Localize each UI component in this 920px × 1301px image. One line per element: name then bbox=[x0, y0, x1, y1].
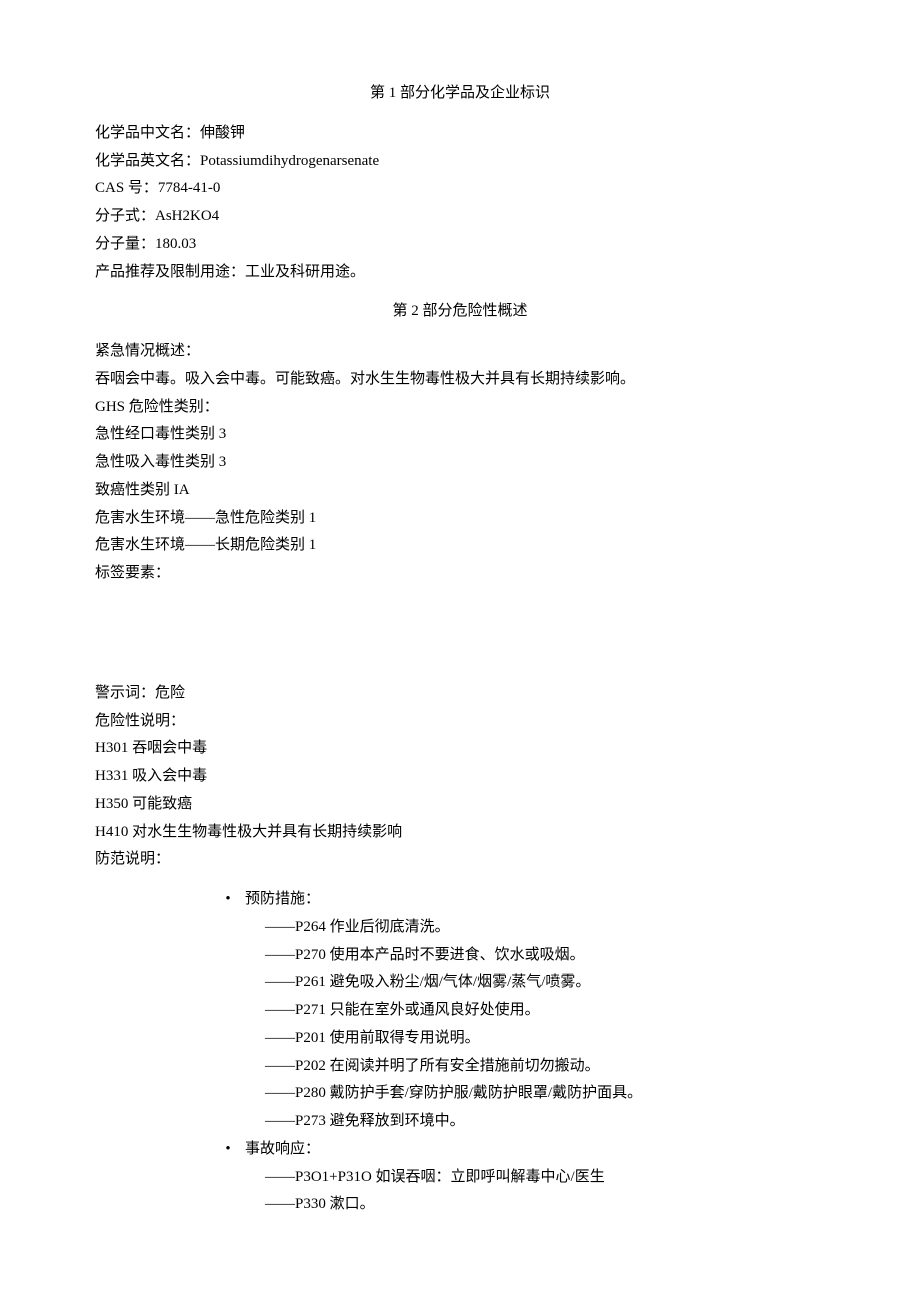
cas-number: CAS 号：7784-41-0 bbox=[95, 175, 825, 203]
hazard-h350: H350 可能致癌 bbox=[95, 791, 825, 819]
hazard-h410: H410 对水生生物毒性极大并具有长期持续影响 bbox=[95, 819, 825, 847]
section-2-title: 第 2 部分危险性概述 bbox=[95, 298, 825, 326]
signal-word: 警示词：危险 bbox=[95, 680, 825, 708]
hazard-h331: H331 吸入会中毒 bbox=[95, 763, 825, 791]
section-1-title: 第 1 部分化学品及企业标识 bbox=[95, 80, 825, 108]
precaution-header: 预防措施： bbox=[245, 886, 320, 914]
ghs-aquatic-acute: 危害水生环境——急性危险类别 1 bbox=[95, 505, 825, 533]
bullet-icon: • bbox=[225, 1136, 231, 1164]
section-1-fields: 化学品中文名：伸酸钾 化学品英文名：Potassiumdihydrogenars… bbox=[95, 120, 825, 287]
ghs-inhalation-toxicity: 急性吸入毒性类别 3 bbox=[95, 449, 825, 477]
chemical-name-en: 化学品英文名：Potassiumdihydrogenarsenate bbox=[95, 148, 825, 176]
ghs-aquatic-chronic: 危害水生环境——长期危险类别 1 bbox=[95, 532, 825, 560]
bullet-icon: • bbox=[225, 886, 231, 914]
precaution-item: ——P270 使用本产品时不要进食、饮水或吸烟。 bbox=[95, 942, 825, 970]
precaution-item: ——P271 只能在室外或通风良好处使用。 bbox=[95, 997, 825, 1025]
precaution-item: ——P201 使用前取得专用说明。 bbox=[95, 1025, 825, 1053]
precaution-header-row: • 预防措施： bbox=[95, 886, 825, 914]
pictogram-placeholder bbox=[95, 600, 825, 680]
response-item: ——P330 漱口。 bbox=[95, 1191, 825, 1219]
hazard-h301: H301 吞咽会中毒 bbox=[95, 735, 825, 763]
precautionary-label: 防范说明： bbox=[95, 846, 825, 874]
precaution-item: ——P273 避免释放到环境中。 bbox=[95, 1108, 825, 1136]
section-2-block-1: 紧急情况概述： 吞咽会中毒。吸入会中毒。可能致癌。对水生生物毒性极大并具有长期持… bbox=[95, 338, 825, 588]
response-header: 事故响应： bbox=[245, 1136, 320, 1164]
emergency-overview-text: 吞咽会中毒。吸入会中毒。可能致癌。对水生生物毒性极大并具有长期持续影响。 bbox=[95, 366, 825, 394]
hazard-statement-label: 危险性说明： bbox=[95, 708, 825, 736]
recommended-use: 产品推荐及限制用途：工业及科研用途。 bbox=[95, 259, 825, 287]
ghs-carcinogenicity: 致癌性类别 IA bbox=[95, 477, 825, 505]
response-header-row: • 事故响应： bbox=[95, 1136, 825, 1164]
emergency-overview-label: 紧急情况概述： bbox=[95, 338, 825, 366]
ghs-oral-toxicity: 急性经口毒性类别 3 bbox=[95, 421, 825, 449]
response-item: ——P3O1+P31O 如误吞咽：立即呼叫解毒中心/医生 bbox=[95, 1164, 825, 1192]
molecular-weight: 分子量：180.03 bbox=[95, 231, 825, 259]
molecular-formula: 分子式：AsH2KO4 bbox=[95, 203, 825, 231]
label-elements: 标签要素： bbox=[95, 560, 825, 588]
precaution-item: ——P202 在阅读并明了所有安全措施前切勿搬动。 bbox=[95, 1053, 825, 1081]
precaution-item: ——P280 戴防护手套/穿防护服/戴防护眼罩/戴防护面具。 bbox=[95, 1080, 825, 1108]
ghs-category-label: GHS 危险性类别： bbox=[95, 394, 825, 422]
chemical-name-cn: 化学品中文名：伸酸钾 bbox=[95, 120, 825, 148]
precaution-item: ——P261 避免吸入粉尘/烟/气体/烟雾/蒸气/喷雾。 bbox=[95, 969, 825, 997]
section-2-block-2: 警示词：危险 危险性说明： H301 吞咽会中毒 H331 吸入会中毒 H350… bbox=[95, 680, 825, 874]
precaution-item: ——P264 作业后彻底清洗。 bbox=[95, 914, 825, 942]
